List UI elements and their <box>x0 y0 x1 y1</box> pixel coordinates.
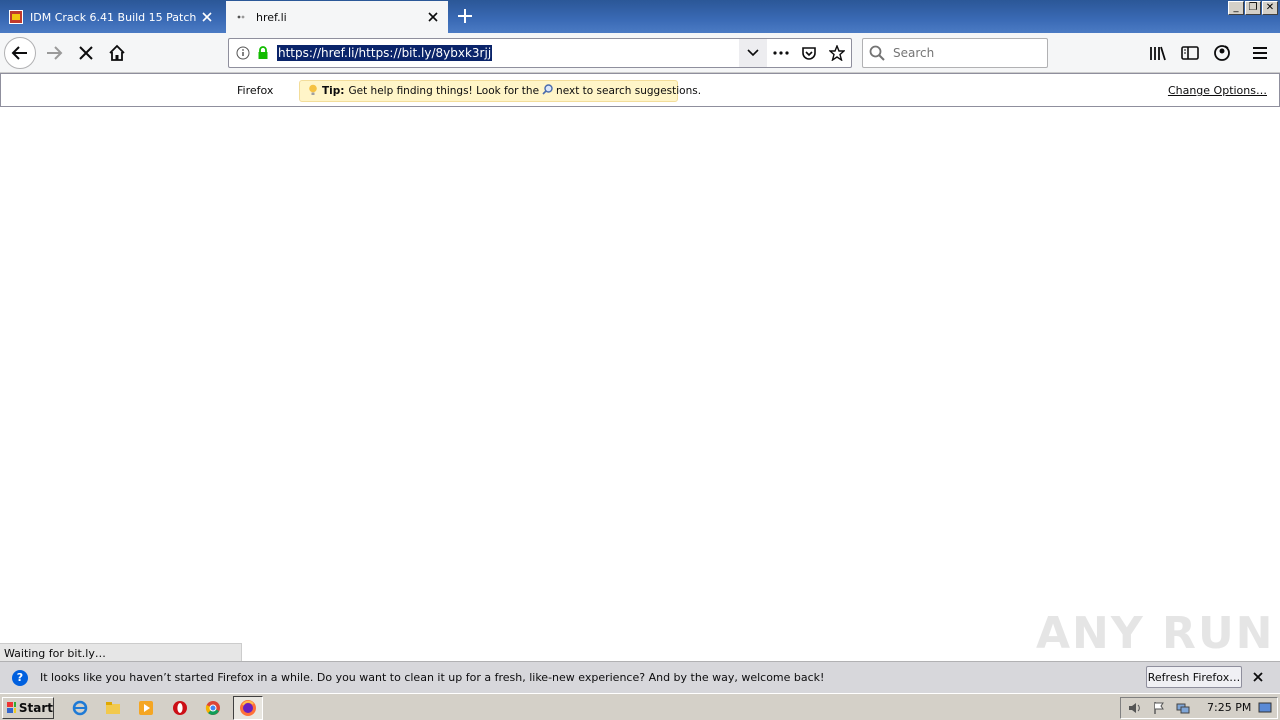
library-icon <box>1150 46 1166 61</box>
file-explorer-icon[interactable] <box>103 698 123 718</box>
menu-button[interactable] <box>1244 37 1276 69</box>
action-center-flag-icon[interactable] <box>1149 699 1169 717</box>
window-controls: _ ❐ ✕ <box>1228 1 1278 15</box>
navigation-toolbar: https://href.li/https://bit.ly/8ybxk3rjj <box>0 33 1280 73</box>
refresh-firefox-button[interactable]: Refresh Firefox… <box>1146 666 1242 688</box>
search-tip-bar: Firefox Tip: Get help finding things! Lo… <box>0 73 1280 107</box>
new-tab-button[interactable] <box>452 4 478 28</box>
magnifier-icon <box>542 84 553 98</box>
forward-arrow-icon <box>47 46 63 60</box>
sidebar-icon <box>1181 46 1199 60</box>
plus-icon <box>458 9 472 23</box>
tab-strip: IDM Crack 6.41 Build 15 Patch + S href.l… <box>0 0 1280 33</box>
firefox-icon <box>240 700 256 716</box>
home-button[interactable] <box>101 37 133 69</box>
search-icon <box>869 45 885 61</box>
anyrun-watermark: ANY RUN <box>1036 608 1275 659</box>
refresh-notification-bar: ? It looks like you haven’t started Fire… <box>0 661 1280 693</box>
account-button[interactable] <box>1206 37 1238 69</box>
bookmark-star-icon[interactable] <box>823 39 851 67</box>
lock-icon[interactable] <box>253 43 273 63</box>
ie-icon[interactable] <box>70 698 90 718</box>
close-tab-icon[interactable] <box>422 6 444 28</box>
search-input[interactable] <box>891 45 1031 61</box>
start-label: Start <box>18 701 53 715</box>
chevron-down-icon[interactable] <box>739 39 767 67</box>
network-icon[interactable] <box>1173 699 1193 717</box>
page-info-icon[interactable] <box>233 43 253 63</box>
notification-message: It looks like you haven’t started Firefo… <box>40 671 825 684</box>
taskbar-clock: 7:25 PM <box>1207 701 1252 714</box>
system-tray: 7:25 PM <box>1120 697 1278 719</box>
tab-title: IDM Crack 6.41 Build 15 Patch + S <box>30 10 196 24</box>
tip-text-before: Get help finding things! Look for the <box>348 85 540 97</box>
show-desktop-icon[interactable] <box>1255 699 1275 717</box>
question-icon: ? <box>12 669 28 686</box>
tip-text-after: next to search suggestions. <box>556 85 702 97</box>
page-content <box>0 108 1280 660</box>
stop-x-icon <box>79 46 93 60</box>
sidebar-button[interactable] <box>1174 37 1206 69</box>
chrome-icon[interactable] <box>203 698 223 718</box>
volume-icon[interactable] <box>1125 699 1145 717</box>
tip-brand-label: Firefox <box>237 84 274 97</box>
windows-logo-icon <box>7 702 16 713</box>
lightbulb-icon <box>308 84 318 99</box>
change-options-link[interactable]: Change Options… <box>1168 84 1267 97</box>
status-panel: Waiting for bit.ly… <box>0 643 242 661</box>
url-text[interactable]: https://href.li/https://bit.ly/8ybxk3rjj <box>277 45 493 61</box>
tip-label: Tip: <box>322 85 345 97</box>
close-window-button[interactable]: ✕ <box>1262 1 1278 15</box>
firefox-taskbar-button[interactable] <box>233 696 263 720</box>
tab-idm-crack[interactable]: IDM Crack 6.41 Build 15 Patch + S <box>0 1 222 33</box>
account-sync-icon <box>1214 45 1230 61</box>
back-button[interactable] <box>4 37 36 69</box>
hamburger-menu-icon <box>1253 47 1267 59</box>
minimize-button[interactable]: _ <box>1228 1 1244 15</box>
opera-icon[interactable] <box>170 698 190 718</box>
library-button[interactable] <box>1142 37 1174 69</box>
pocket-icon[interactable] <box>795 39 823 67</box>
start-button[interactable]: Start <box>2 697 54 719</box>
loading-favicon-icon <box>234 9 250 25</box>
tab-href-li[interactable]: href.li <box>226 1 448 33</box>
back-arrow-icon <box>11 46 27 60</box>
site-favicon-icon <box>8 9 24 25</box>
media-player-icon[interactable] <box>136 698 156 718</box>
home-icon <box>109 44 125 61</box>
tab-title: href.li <box>256 10 287 24</box>
windows-taskbar: Start 7:25 PM <box>0 693 1280 720</box>
url-bar[interactable]: https://href.li/https://bit.ly/8ybxk3rjj <box>228 38 852 68</box>
close-notification-icon[interactable] <box>1248 667 1268 687</box>
close-tab-icon[interactable] <box>196 6 218 28</box>
restore-button[interactable]: ❐ <box>1245 1 1261 15</box>
stop-button[interactable] <box>70 37 102 69</box>
forward-button[interactable] <box>38 37 70 69</box>
search-bar[interactable] <box>862 38 1048 68</box>
search-tip: Tip: Get help finding things! Look for t… <box>299 80 701 102</box>
page-actions-icon[interactable] <box>767 39 795 67</box>
